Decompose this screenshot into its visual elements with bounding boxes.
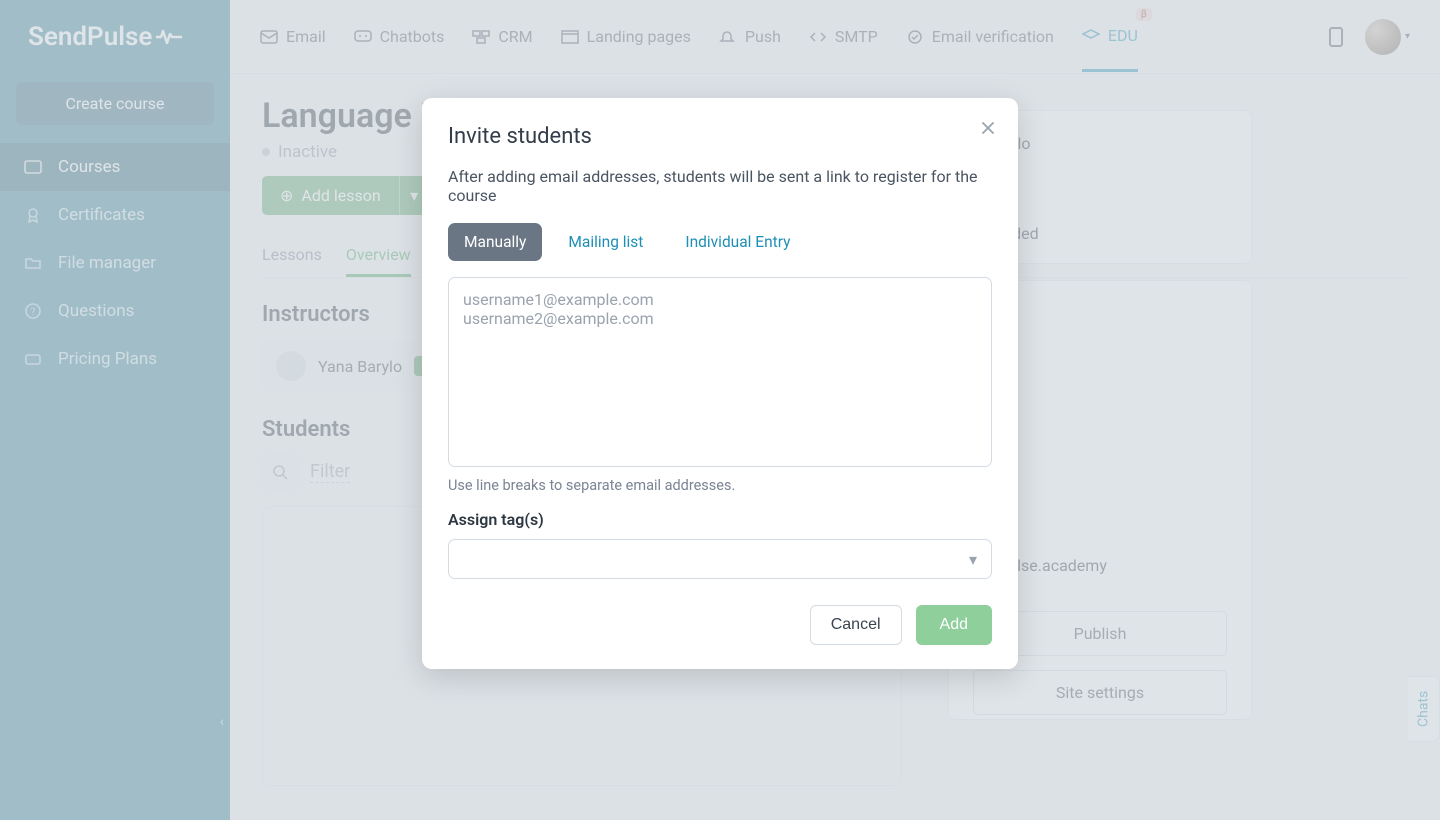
modal-close-button[interactable] — [980, 120, 996, 136]
chevron-down-icon: ▾ — [969, 550, 977, 569]
cancel-button[interactable]: Cancel — [810, 605, 902, 645]
tags-select[interactable]: ▾ — [448, 539, 992, 579]
tab-manually[interactable]: Manually — [448, 223, 542, 261]
modal-description: After adding email addresses, students w… — [448, 167, 992, 205]
emails-textarea[interactable]: username1@example.com username2@example.… — [448, 277, 992, 467]
close-icon — [980, 120, 996, 136]
tags-label: Assign tag(s) — [448, 510, 992, 529]
invite-students-modal: Invite students After adding email addre… — [422, 98, 1018, 669]
modal-title: Invite students — [448, 124, 992, 149]
tab-mailing-list[interactable]: Mailing list — [552, 223, 659, 261]
modal-tabs: Manually Mailing list Individual Entry — [448, 223, 992, 261]
add-button[interactable]: Add — [916, 605, 992, 645]
emails-hint: Use line breaks to separate email addres… — [448, 477, 992, 494]
tab-individual-entry[interactable]: Individual Entry — [669, 223, 806, 261]
